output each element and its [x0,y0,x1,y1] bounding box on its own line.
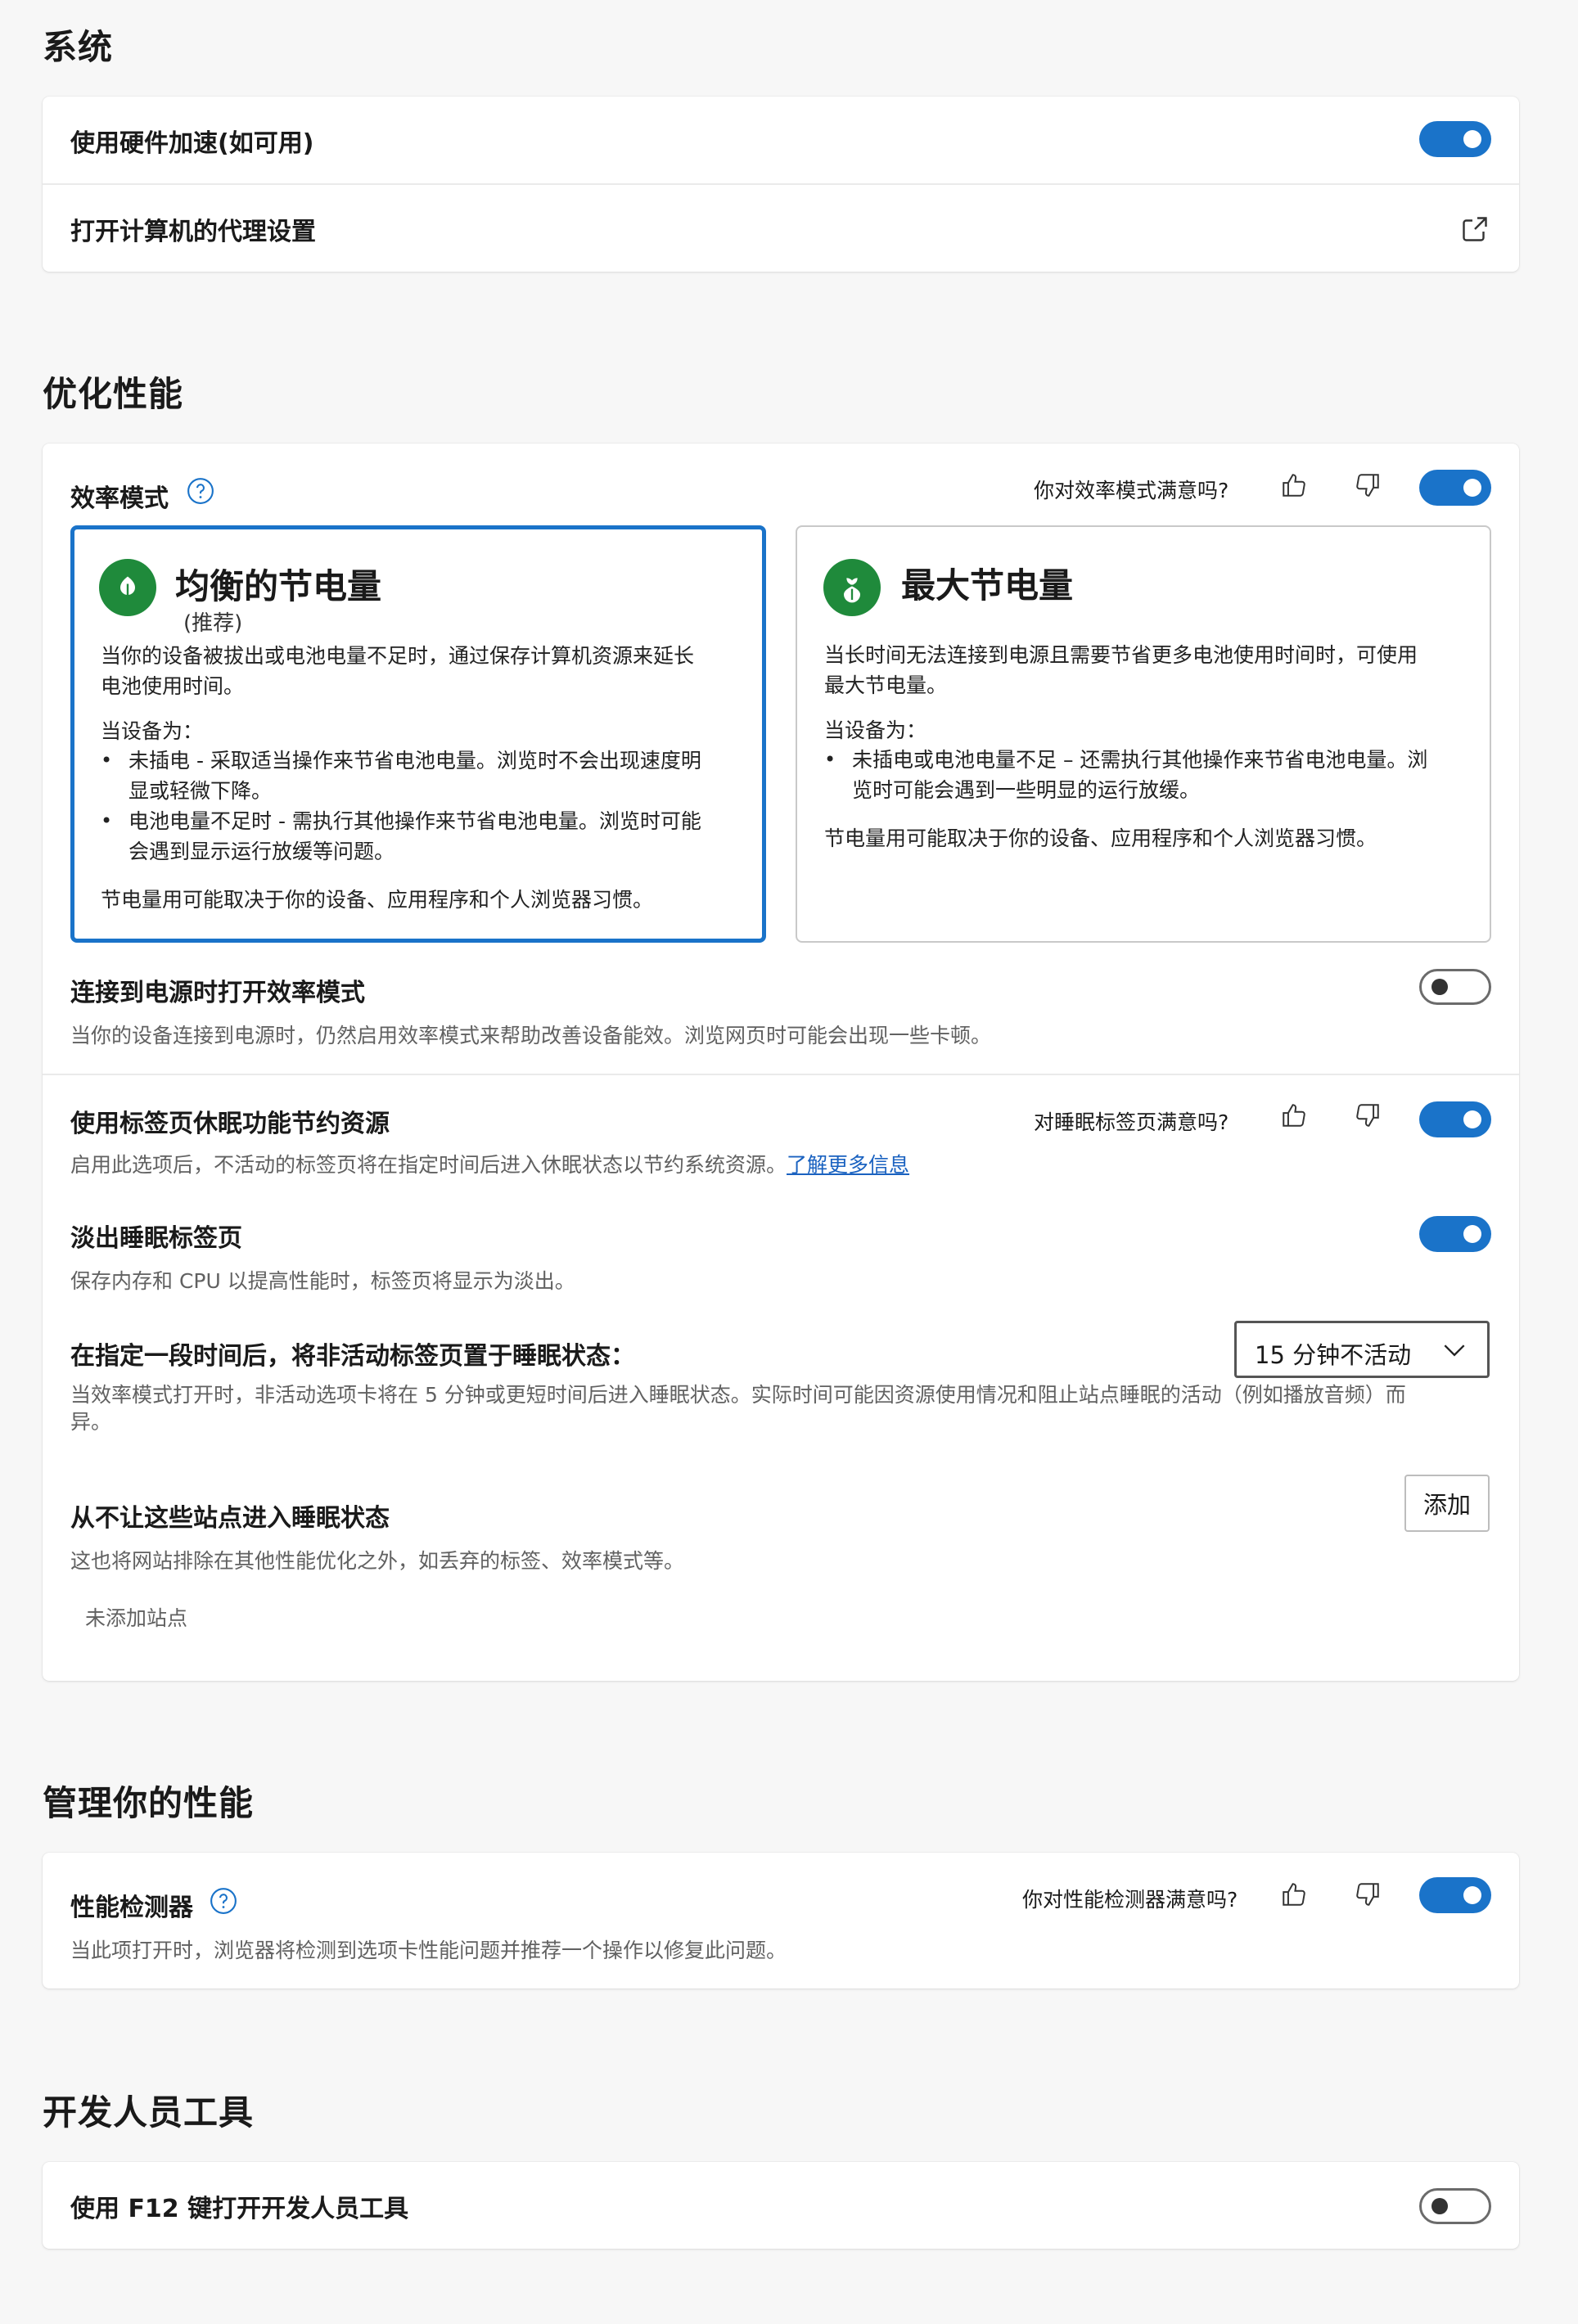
hardware-accel-toggle[interactable] [1419,121,1491,157]
divider [43,1074,1519,1075]
system-card: 使用硬件加速(如可用) 打开计算机的代理设置 [43,97,1519,272]
efficiency-feedback-question: 你对效率模式满意吗? [1034,479,1229,502]
manage-card: 性能检测器 你对性能检测器满意吗? 当此项打开时，浏览器将检测到选项卡性能问题并… [43,1853,1519,1988]
plugged-in-efficiency-label: 连接到电源时打开效率模式 [70,979,365,1007]
monitor-feedback-question: 你对性能检测器满意吗? [1022,1888,1238,1912]
list-item: 未插电或电池电量不足 – 还需执行其他操作来节省电池电量。浏 览时可能会遇到一些… [824,745,1427,805]
never-sleep-sites-desc: 这也将网站排除在其他性能优化之外，如丢弃的标签、效率模式等。 [70,1549,685,1573]
sleep-timeout-label: 在指定一段时间后，将非活动标签页置于睡眠状态： [70,1342,635,1371]
list-item: 未插电 - 采取适当操作来节省电池电量。浏览时不会出现速度明 显或轻微下降。 [101,745,701,806]
plugged-in-efficiency-desc: 当你的设备连接到电源时，仍然启用效率模式来帮助改善设备能效。浏览网页时可能会出现… [70,1024,992,1047]
leaf-icon [99,559,156,616]
maximum-when-label: 当设备为： [824,718,927,742]
f12-devtools-toggle[interactable] [1419,2188,1491,2224]
performance-card: 效率模式 你对效率模式满意吗? 均衡的节电量 (推荐) 当你的设备被拔出或电池电… [43,444,1519,1681]
thumbs-down-icon[interactable] [1354,1880,1382,1908]
performance-detector-desc: 当此项打开时，浏览器将检测到选项卡性能问题并推荐一个操作以修复此问题。 [70,1939,787,1962]
help-icon[interactable] [210,1887,237,1915]
f12-devtools-label: 使用 F12 键打开开发人员工具 [70,2195,409,2223]
section-title-performance: 优化性能 [43,374,184,414]
proxy-settings-label: 打开计算机的代理设置 [70,218,316,246]
leaf-icon [823,559,881,616]
sleeping-tabs-label: 使用标签页休眠功能节约资源 [70,1110,390,1138]
balanced-when-label: 当设备为： [101,719,204,743]
external-link-icon [1463,217,1487,241]
thumbs-down-icon[interactable] [1354,471,1382,499]
sleeping-tabs-desc: 启用此选项后，不活动的标签页将在指定时间后进入休眠状态以节约系统资源。了解更多信… [70,1149,909,1178]
proxy-settings-row[interactable]: 打开计算机的代理设置 [43,185,1519,272]
maximum-title: 最大节电量 [901,565,1074,606]
thumbs-up-icon[interactable] [1280,1880,1308,1908]
thumbs-up-icon[interactable] [1280,471,1308,499]
maximum-savings-option[interactable]: 最大节电量 当长时间无法连接到电源且需要节省更多电池使用时间时，可使用 最大节电… [796,525,1491,943]
efficiency-mode-toggle[interactable] [1419,470,1491,506]
thumbs-down-icon[interactable] [1354,1101,1382,1129]
hardware-accel-label: 使用硬件加速(如可用) [70,129,314,158]
thumbs-up-icon[interactable] [1280,1101,1308,1129]
section-title-manage: 管理你的性能 [43,1783,255,1823]
efficiency-mode-label: 效率模式 [70,484,169,513]
sleep-timeout-select[interactable]: 15 分钟不活动 [1234,1321,1490,1378]
fade-sleeping-tabs-label: 淡出睡眠标签页 [70,1224,242,1253]
balanced-footer: 节电量用可能取决于你的设备、应用程序和个人浏览器习惯。 [101,888,654,912]
fade-sleeping-tabs-desc: 保存内存和 CPU 以提高性能时，标签页将显示为淡出。 [70,1269,575,1293]
plugged-in-efficiency-toggle[interactable] [1419,969,1491,1005]
sleeping-tabs-toggle[interactable] [1419,1101,1491,1137]
sleeping-feedback-question: 对睡眠标签页满意吗? [1034,1110,1229,1134]
balanced-title: 均衡的节电量 [175,566,382,606]
devtools-card: 使用 F12 键打开开发人员工具 [43,2162,1519,2249]
list-item: 电池电量不足时 - 需执行其他操作来节省电池电量。浏览时可能 会遇到显示运行放缓… [101,806,701,867]
never-sleep-sites-label: 从不让这些站点进入睡眠状态 [70,1504,390,1533]
maximum-footer: 节电量用可能取决于你的设备、应用程序和个人浏览器习惯。 [824,826,1377,850]
balanced-bullets: 未插电 - 采取适当操作来节省电池电量。浏览时不会出现速度明 显或轻微下降。 电… [101,745,701,867]
section-title-system: 系统 [43,27,114,67]
balanced-savings-option[interactable]: 均衡的节电量 (推荐) 当你的设备被拔出或电池电量不足时，通过保存计算机资源来延… [70,525,766,943]
balanced-subtitle: (推荐) [183,611,243,636]
section-title-devtools: 开发人员工具 [43,2092,255,2133]
add-site-button[interactable]: 添加 [1404,1475,1490,1532]
no-sites-text: 未添加站点 [85,1606,188,1630]
performance-detector-label: 性能检测器 [70,1894,193,1922]
sleeping-tabs-desc-text: 启用此选项后，不活动的标签页将在指定时间后进入休眠状态以节约系统资源。 [70,1153,787,1177]
learn-more-link[interactable]: 了解更多信息 [787,1153,909,1177]
sleep-timeout-value: 15 分钟不活动 [1255,1341,1412,1369]
maximum-intro: 当长时间无法连接到电源且需要节省更多电池使用时间时，可使用 最大节电量。 [824,643,1418,697]
chevron-down-icon [1444,1344,1465,1357]
performance-detector-toggle[interactable] [1419,1877,1491,1913]
fade-sleeping-tabs-toggle[interactable] [1419,1216,1491,1252]
sleep-timeout-desc: 当效率模式打开时，非活动选项卡将在 5 分钟或更短时间后进入睡眠状态。实际时间可… [70,1383,1406,1434]
maximum-bullets: 未插电或电池电量不足 – 还需执行其他操作来节省电池电量。浏 览时可能会遇到一些… [824,745,1427,805]
help-icon[interactable] [187,477,214,505]
balanced-intro: 当你的设备被拔出或电池电量不足时，通过保存计算机资源来延长 电池使用时间。 [101,644,695,698]
